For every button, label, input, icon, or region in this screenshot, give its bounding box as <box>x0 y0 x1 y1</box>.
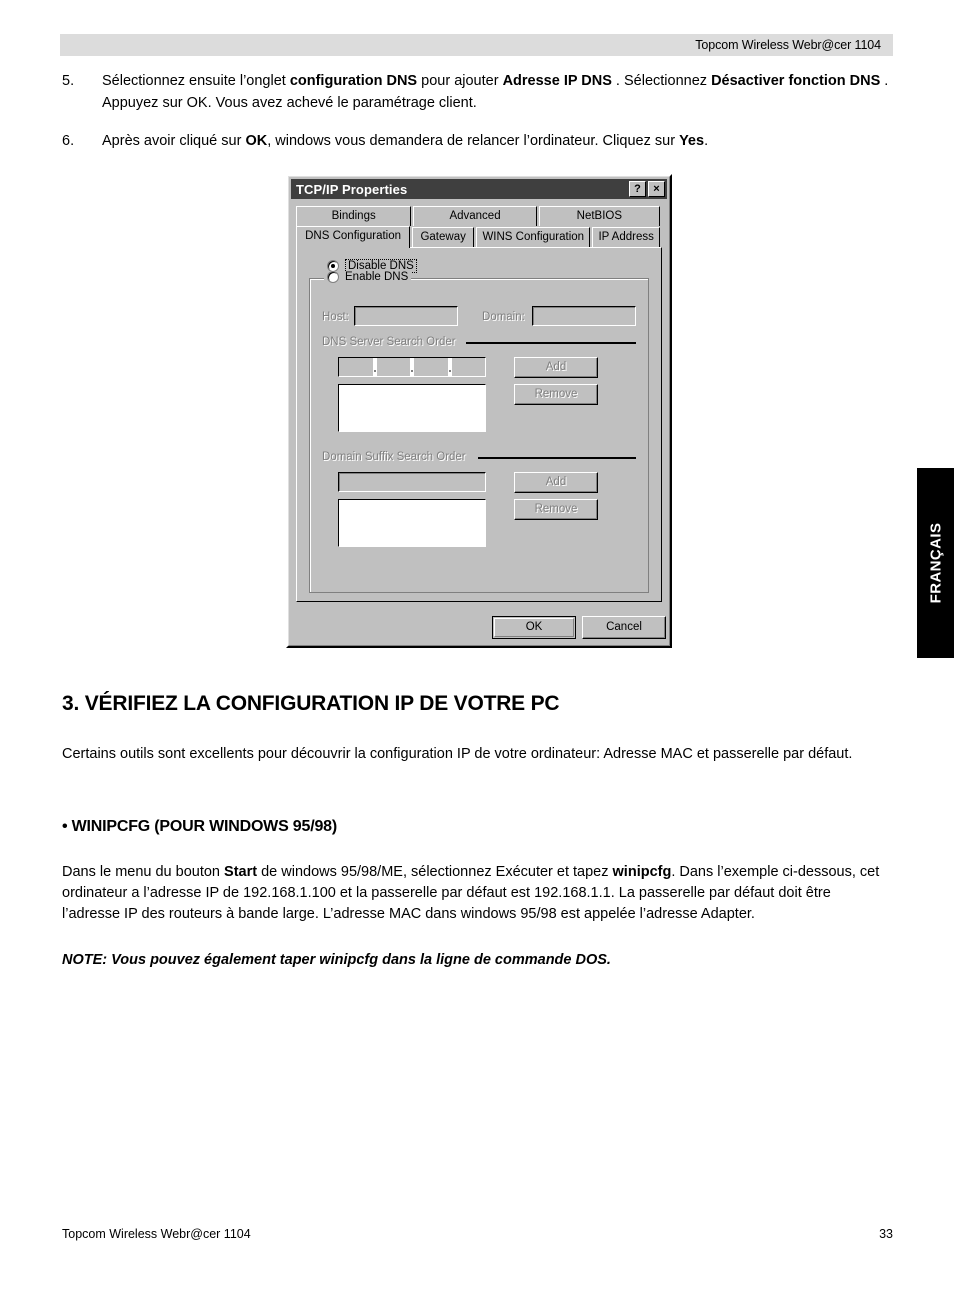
suffix-remove-button[interactable]: Remove <box>514 499 598 520</box>
titlebar-buttons: ? × <box>629 181 665 197</box>
language-side-tab: FRANÇAIS <box>917 468 954 658</box>
radio-indicator-icon <box>327 271 339 283</box>
step-text: Après avoir cliqué sur OK, windows vous … <box>102 130 894 152</box>
dialog-titlebar: TCP/IP Properties ? × <box>291 179 667 199</box>
ip-separator-dot <box>447 358 452 376</box>
tab-gateway[interactable]: Gateway <box>412 227 475 247</box>
page-header-band: Topcom Wireless Webr@cer 1104 <box>60 34 893 56</box>
domain-field[interactable] <box>532 306 636 326</box>
suffix-add-button[interactable]: Add <box>514 472 598 493</box>
ok-button[interactable]: OK <box>492 616 576 639</box>
ok-button-label: OK <box>525 620 543 633</box>
tab-row-lower: DNS Configuration Gateway WINS Configura… <box>296 226 662 248</box>
cancel-button[interactable]: Cancel <box>582 616 666 639</box>
ip-octet-4[interactable] <box>452 358 486 376</box>
body-paragraph: Dans le menu du bouton Start de windows … <box>62 862 890 925</box>
step-text-part: Après avoir cliqué sur <box>102 133 246 149</box>
tab-ip-address[interactable]: IP Address <box>592 227 660 247</box>
tab-wins-configuration[interactable]: WINS Configuration <box>476 227 591 247</box>
domain-suffix-list[interactable] <box>338 499 486 547</box>
ip-octet-1[interactable] <box>339 358 373 376</box>
subsection-title: • WINIPCFG (POUR WINDOWS 95/98) <box>62 818 337 835</box>
tcpip-properties-dialog: TCP/IP Properties ? × Bindings Advanced … <box>286 174 672 648</box>
intro-paragraph: Certains outils sont excellents pour déc… <box>62 746 853 762</box>
domain-suffix-search-order-label: Domain Suffix Search Order <box>322 451 466 463</box>
group-separator-line <box>478 457 636 459</box>
step-text-part: Désactiver fonction DNS <box>711 73 881 89</box>
dns-server-list[interactable] <box>338 384 486 432</box>
radio-enable-dns[interactable]: Enable DNS <box>324 271 412 283</box>
dns-server-ip-field[interactable] <box>338 357 486 377</box>
host-field[interactable] <box>354 306 458 326</box>
step-text-part: pour ajouter <box>417 73 503 89</box>
step-number: 6. <box>62 133 75 149</box>
instruction-steps: 5. Sélectionnez ensuite l’onglet configu… <box>62 70 894 168</box>
step-text-part: Yes <box>679 133 705 149</box>
ip-separator-dot <box>410 358 414 376</box>
list-item: 6. Après avoir cliqué sur OK, windows vo… <box>62 130 894 152</box>
suffix-add-button-label: Add <box>545 475 567 488</box>
suffix-remove-button-label: Remove <box>534 502 578 515</box>
step-text-part: configuration DNS <box>289 73 418 89</box>
body-text-part: Dans le menu du bouton <box>62 864 225 880</box>
list-item: 5. Sélectionnez ensuite l’onglet configu… <box>62 70 894 114</box>
dns-server-search-order-label: DNS Server Search Order <box>322 336 456 348</box>
step-text: Sélectionnez ensuite l’onglet configurat… <box>102 70 894 114</box>
tab-dns-configuration[interactable]: DNS Configuration <box>296 226 411 248</box>
radio-enable-dns-label: Enable DNS <box>345 271 409 283</box>
step-text-part: . <box>704 133 709 149</box>
dns-add-button[interactable]: Add <box>514 357 598 378</box>
ip-octet-2[interactable] <box>377 358 411 376</box>
step-text-part: OK <box>245 133 268 149</box>
step-text-part: Adresse IP DNS <box>502 73 612 89</box>
enable-dns-groupbox: Enable DNS Host: Domain: DNS Server Sear… <box>309 271 649 593</box>
step-text-part: . Sélectionnez <box>611 73 712 89</box>
footer-page-number: 33 <box>879 1227 893 1241</box>
dns-remove-button-label: Remove <box>534 387 578 400</box>
close-icon[interactable]: × <box>648 181 665 197</box>
tab-row-upper: Bindings Advanced NetBIOS <box>296 206 662 226</box>
host-label: Host: <box>322 311 349 323</box>
step-text-part: Sélectionnez ensuite l’onglet <box>102 73 290 89</box>
note-paragraph: NOTE: Vous pouvez également taper winipc… <box>62 952 611 968</box>
tab-netbios[interactable]: NetBIOS <box>538 206 660 226</box>
body-text-part: de windows 95/98/ME, sélectionnez Exécut… <box>257 864 613 880</box>
ip-separator-dot <box>372 358 377 376</box>
dns-configuration-panel: Disable DNS Enable DNS Host: Domain: DNS… <box>296 247 662 602</box>
ip-octet-3[interactable] <box>414 358 448 376</box>
help-icon[interactable]: ? <box>629 181 646 197</box>
domain-label: Domain: <box>482 311 525 323</box>
group-separator-line <box>466 342 636 344</box>
footer-product-name: Topcom Wireless Webr@cer 1104 <box>62 1227 251 1241</box>
tab-advanced[interactable]: Advanced <box>413 206 537 226</box>
page-header-title: Topcom Wireless Webr@cer 1104 <box>695 38 881 52</box>
step-text-part: , windows vous demandera de relancer l’o… <box>267 133 680 149</box>
dns-remove-button[interactable]: Remove <box>514 384 598 405</box>
body-text-part: Start <box>224 864 258 880</box>
page-title: 3. VÉRIFIEZ LA CONFIGURATION IP DE VOTRE… <box>62 692 560 715</box>
dialog-title: TCP/IP Properties <box>296 181 408 197</box>
domain-suffix-field[interactable] <box>338 472 486 492</box>
body-text-part: winipcfg <box>612 864 672 880</box>
language-side-tab-label: FRANÇAIS <box>927 522 944 604</box>
tab-bindings[interactable]: Bindings <box>296 206 412 226</box>
dns-add-button-label: Add <box>545 360 567 373</box>
cancel-button-label: Cancel <box>606 620 642 633</box>
step-number: 5. <box>62 73 75 89</box>
